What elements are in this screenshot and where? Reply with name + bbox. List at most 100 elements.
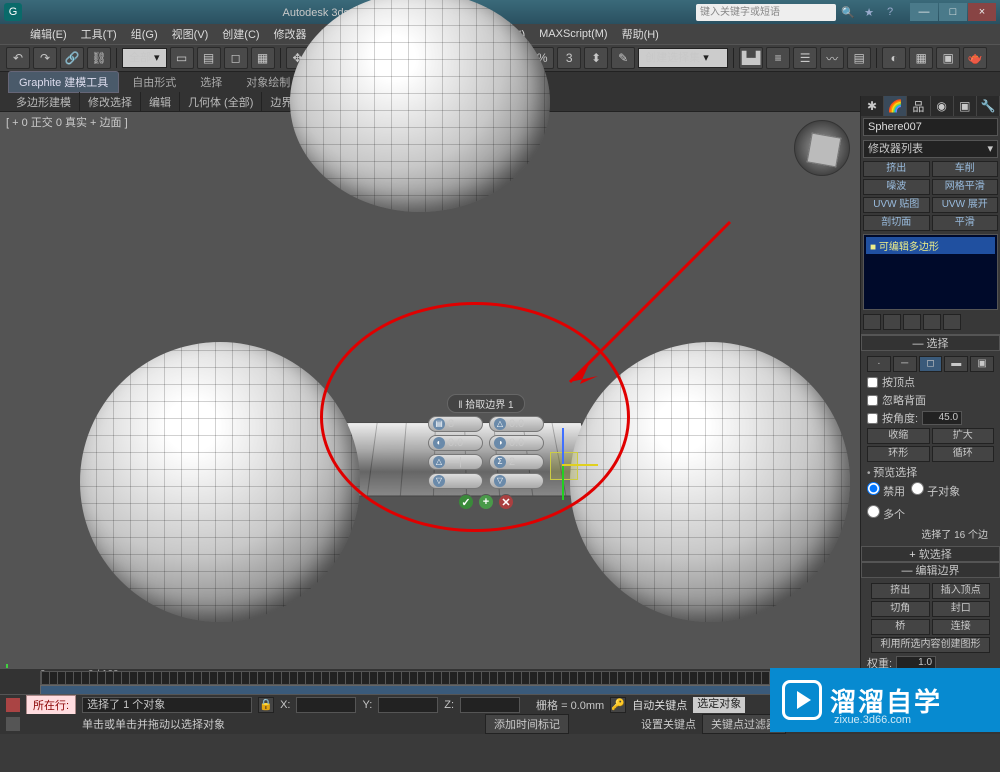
menu-maxscript[interactable]: MAXScript(M)	[539, 28, 607, 40]
viewport[interactable]: [ + 0 正交 0 真实 + 边面 ] ‖ 拾取边界 1 ▤8 △0.0 ◐0…	[0, 112, 860, 694]
chk-byangle[interactable]	[867, 413, 878, 424]
stack-editable-poly[interactable]: ■ 可编辑多边形	[866, 237, 995, 254]
ribbon-sub-edit[interactable]: 编辑	[141, 92, 180, 112]
btn-lathe[interactable]: 车削	[932, 161, 999, 177]
caddy-opt2[interactable]: ▽	[489, 473, 544, 489]
btn-loop[interactable]: 循环	[932, 446, 995, 462]
nav-orbit-icon[interactable]	[846, 716, 864, 732]
nav-region-icon[interactable]	[950, 716, 968, 732]
stack-remove-icon[interactable]	[923, 314, 941, 330]
set-key-button[interactable]: 设置关键点	[641, 716, 696, 732]
menu-create[interactable]: 创建(C)	[222, 26, 259, 42]
caddy-opt1[interactable]: ▽	[428, 473, 483, 489]
create-tab-icon[interactable]: ✱	[861, 96, 884, 116]
lock-icon[interactable]: 🔒	[258, 697, 274, 713]
crease-spinner[interactable]: 0.0	[896, 674, 936, 688]
rad-preview-multi[interactable]	[867, 505, 880, 518]
menu-modifiers[interactable]: 修改器	[274, 26, 307, 42]
ribbon-sub-polymodel[interactable]: 多边形建模	[8, 92, 80, 112]
key-icon[interactable]: 🔑	[610, 697, 626, 713]
motion-tab-icon[interactable]: ◉	[931, 96, 954, 116]
render-icon[interactable]: 🫖	[963, 47, 987, 69]
btn-cap[interactable]: 封口	[932, 601, 991, 617]
object-name-field[interactable]: Sphere007	[863, 118, 998, 136]
add-time-tag[interactable]: 添加时间标记	[485, 714, 569, 734]
align-icon[interactable]: ≡	[766, 47, 790, 69]
btn-insertvert[interactable]: 插入顶点	[932, 583, 991, 599]
menu-view[interactable]: 视图(V)	[172, 26, 209, 42]
ribbon-sub-geom[interactable]: 几何体 (全部)	[180, 92, 262, 112]
coord-x[interactable]	[296, 697, 356, 713]
subobj-border-icon[interactable]: ◻	[919, 356, 943, 372]
stack-show-icon[interactable]	[883, 314, 901, 330]
unlink-icon[interactable]: ⛓	[87, 47, 111, 69]
selection-filter[interactable]: 全部 ▾	[122, 48, 167, 68]
ribbon-tab-freeform[interactable]: 自由形式	[121, 71, 187, 93]
undo-icon[interactable]: ↶	[6, 47, 30, 69]
caddy-segments[interactable]: ▤8	[428, 416, 483, 432]
caddy-smooth[interactable]: Σ2	[489, 454, 544, 470]
btn-slice[interactable]: 剖切面	[863, 215, 930, 231]
btn-connect[interactable]: 连接	[932, 619, 991, 635]
rollout-selection[interactable]: — 选择	[861, 335, 1000, 351]
link-icon[interactable]: 🔗	[60, 47, 84, 69]
nav-max-icon[interactable]	[872, 716, 890, 732]
auto-key-button[interactable]: 自动关键点	[632, 697, 687, 713]
close-button[interactable]: ×	[968, 3, 996, 21]
named-sel-set[interactable]: 创建选择集 ▾	[638, 48, 728, 68]
spinner-snap-icon[interactable]: ⬍	[584, 47, 608, 69]
stack-unique-icon[interactable]	[903, 314, 921, 330]
render-setup-icon[interactable]: ▦	[909, 47, 933, 69]
btn-createshape[interactable]: 利用所选内容创建图形	[871, 637, 990, 653]
stack-config-icon[interactable]	[943, 314, 961, 330]
caddy-twist1[interactable]: △—|	[428, 454, 483, 470]
sphere-top[interactable]	[290, 0, 550, 212]
info-icon[interactable]: ★	[860, 3, 878, 21]
btn-meshsmooth[interactable]: 网格平滑	[932, 179, 999, 195]
caddy-bias1[interactable]: ◐0.0	[428, 435, 483, 451]
nav-zoom-icon[interactable]	[820, 716, 838, 732]
chk-byvertex[interactable]	[867, 377, 878, 388]
caddy-cancel-icon[interactable]: ✕	[498, 494, 514, 510]
rollout-softsel[interactable]: + 软选择	[861, 546, 1000, 562]
select-name-icon[interactable]: ▤	[197, 47, 221, 69]
ribbon-tab-selection[interactable]: 选择	[189, 71, 233, 93]
search-icon[interactable]: 🔍	[839, 3, 857, 21]
btn-shrink[interactable]: 收缩	[867, 428, 930, 444]
minimize-button[interactable]: —	[910, 3, 938, 21]
hierarchy-tab-icon[interactable]: 品	[907, 96, 930, 116]
btn-uvwunwrap[interactable]: UVW 展开	[932, 197, 999, 213]
caddy-apply-icon[interactable]: +	[478, 494, 494, 510]
rad-preview-sub[interactable]	[911, 482, 924, 495]
script-mini-icon[interactable]	[6, 717, 20, 731]
btn-extrude[interactable]: 挤出	[863, 161, 930, 177]
viewcube[interactable]	[794, 120, 850, 176]
chk-ignoreback[interactable]	[867, 395, 878, 406]
btn-ring[interactable]: 环形	[867, 446, 930, 462]
weight-spinner[interactable]: 1.0	[896, 656, 936, 670]
select-icon[interactable]: ▭	[170, 47, 194, 69]
rad-preview-off[interactable]	[867, 482, 880, 495]
timeline-track[interactable]	[40, 671, 800, 685]
modify-tab-icon[interactable]: 🌈	[884, 96, 907, 116]
ribbon-sub-modsel[interactable]: 修改选择	[80, 92, 141, 112]
nav-pan-icon[interactable]	[794, 716, 812, 732]
btn-uvwmap[interactable]: UVW 贴图	[863, 197, 930, 213]
sphere-right[interactable]	[570, 342, 850, 622]
ribbon-tab-modeling[interactable]: Graphite 建模工具	[8, 71, 119, 93]
subobj-element-icon[interactable]: ▣	[970, 356, 994, 372]
display-tab-icon[interactable]: ▣	[954, 96, 977, 116]
subobj-poly-icon[interactable]: ▬	[944, 356, 968, 372]
btn-grow[interactable]: 扩大	[932, 428, 995, 444]
coord-y[interactable]	[378, 697, 438, 713]
menu-help[interactable]: 帮助(H)	[622, 26, 659, 42]
help-search[interactable]: 键入关键字或短语	[696, 4, 836, 21]
caddy-header[interactable]: ‖ 拾取边界 1	[447, 394, 524, 413]
caddy-bias2[interactable]: ◑0.0	[489, 435, 544, 451]
stack-pin-icon[interactable]	[863, 314, 881, 330]
help-icon[interactable]: ?	[881, 3, 899, 21]
angle-spinner[interactable]: 45.0	[922, 411, 962, 425]
btn-extrude2[interactable]: 挤出	[871, 583, 930, 599]
subobj-edge-icon[interactable]: ─	[893, 356, 917, 372]
rollout-editborder[interactable]: — 编辑边界	[861, 562, 1000, 578]
